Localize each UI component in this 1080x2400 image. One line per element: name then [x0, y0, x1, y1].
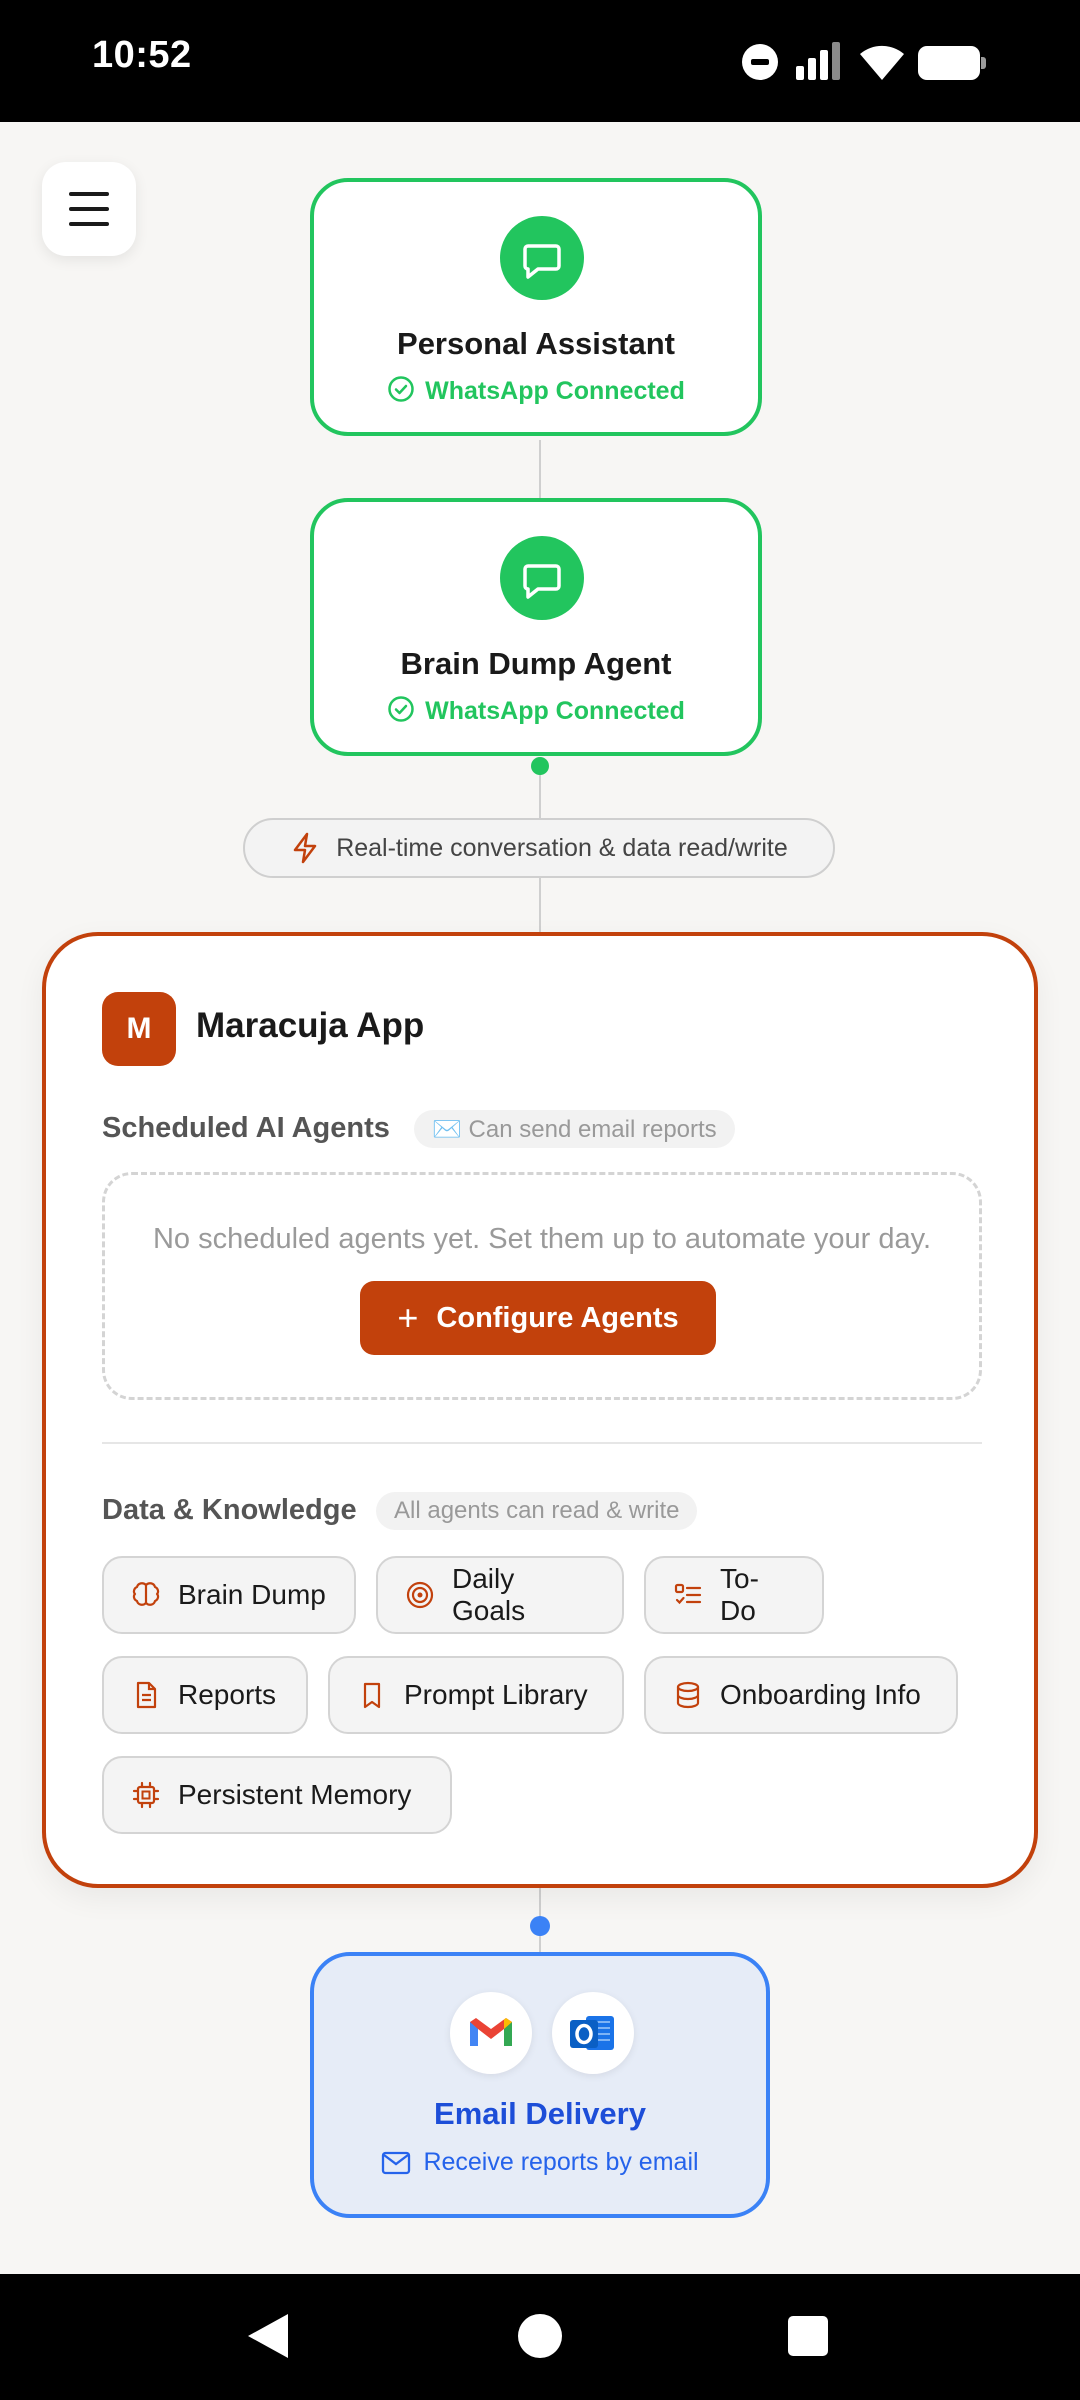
chip-label: Persistent Memory [178, 1779, 412, 1810]
agent-status: WhatsApp Connected [314, 375, 758, 406]
data-chip-onboarding-info[interactable]: Onboarding Info [644, 1656, 958, 1734]
chip-label: Reports [178, 1679, 277, 1710]
chip-cpu-icon [132, 1781, 160, 1809]
agent-status: WhatsApp Connected [314, 695, 758, 726]
mail-icon [382, 2151, 411, 2175]
agent-status-text: WhatsApp Connected [425, 697, 685, 725]
document-icon [136, 1681, 157, 1709]
chat-icon [500, 536, 584, 620]
chip-label: To-Do [720, 1563, 759, 1626]
agent-name: Brain Dump Agent [400, 646, 672, 681]
realtime-connection-badge: Real-time conversation & data read/write [243, 818, 835, 878]
chip-label: Daily Goals [452, 1563, 526, 1626]
data-chip-prompt-library[interactable]: Prompt Library [328, 1656, 624, 1734]
wifi-icon [860, 45, 904, 80]
scheduled-agents-title: Scheduled AI Agents [102, 1112, 390, 1144]
status-time: 10:52 [92, 34, 192, 76]
connector-dot [530, 1916, 550, 1936]
data-chip-to-do[interactable]: To-Do [644, 1556, 824, 1634]
email-reports-badge: ✉️ Can send email reports [414, 1110, 735, 1148]
connector-line [539, 440, 541, 498]
plus-icon: + [397, 1297, 419, 1338]
divider [102, 1442, 982, 1444]
checklist-icon [674, 1583, 702, 1605]
data-chip-brain-dump[interactable]: Brain Dump [102, 1556, 356, 1634]
menu-icon [69, 192, 109, 196]
database-icon [676, 1681, 700, 1709]
recent-apps-icon[interactable] [788, 2316, 828, 2356]
gmail-icon [450, 1992, 532, 2074]
read-write-badge: All agents can read & write [376, 1492, 698, 1530]
email-delivery-subtitle: Receive reports by email [314, 2148, 766, 2177]
check-circle-icon [388, 376, 414, 402]
agent-status-text: WhatsApp Connected [425, 377, 685, 405]
configure-agents-button[interactable]: + Configure Agents [360, 1281, 716, 1355]
chip-label: Prompt Library [404, 1679, 588, 1710]
bookmark-icon [363, 1682, 381, 1709]
target-icon [406, 1581, 434, 1609]
menu-button[interactable] [42, 162, 136, 256]
configure-agents-label: Configure Agents [436, 1301, 679, 1334]
connector-dot [531, 757, 549, 775]
email-delivery-title: Email Delivery [434, 2096, 646, 2131]
app-card: M Maracuja App Scheduled AI Agents ✉️ Ca… [42, 932, 1038, 1888]
signal-icon [796, 42, 842, 80]
email-subtitle-text: Receive reports by email [423, 2148, 699, 2176]
empty-state-text: No scheduled agents yet. Set them up to … [152, 1223, 932, 1255]
lightning-icon [293, 832, 317, 864]
realtime-label: Real-time conversation & data read/write [336, 833, 788, 862]
battery-icon [918, 46, 986, 80]
do-not-disturb-icon [742, 44, 778, 80]
back-icon[interactable] [248, 2314, 288, 2358]
brain-icon [132, 1582, 160, 1606]
agent-name: Personal Assistant [397, 326, 675, 361]
outlook-icon [552, 1992, 634, 2074]
chip-label: Onboarding Info [720, 1679, 921, 1710]
data-chip-reports[interactable]: Reports [102, 1656, 308, 1734]
chip-label: Brain Dump [178, 1579, 326, 1610]
agent-card-personal-assistant[interactable]: Personal Assistant WhatsApp Connected [310, 178, 762, 436]
data-knowledge-title: Data & Knowledge [102, 1494, 357, 1526]
app-name: Maracuja App [196, 1006, 425, 1045]
data-chip-persistent-memory[interactable]: Persistent Memory [102, 1756, 452, 1834]
email-delivery-card[interactable]: Email Delivery Receive reports by email [310, 1952, 770, 2218]
check-circle-icon [388, 696, 414, 722]
data-chip-daily-goals[interactable]: Daily Goals [376, 1556, 624, 1634]
home-icon[interactable] [518, 2314, 562, 2358]
agent-card-brain-dump[interactable]: Brain Dump Agent WhatsApp Connected [310, 498, 762, 756]
chat-icon [500, 216, 584, 300]
connector-line [539, 878, 541, 932]
app-logo: M [102, 992, 176, 1066]
scheduled-agents-empty-state: No scheduled agents yet. Set them up to … [102, 1172, 982, 1400]
